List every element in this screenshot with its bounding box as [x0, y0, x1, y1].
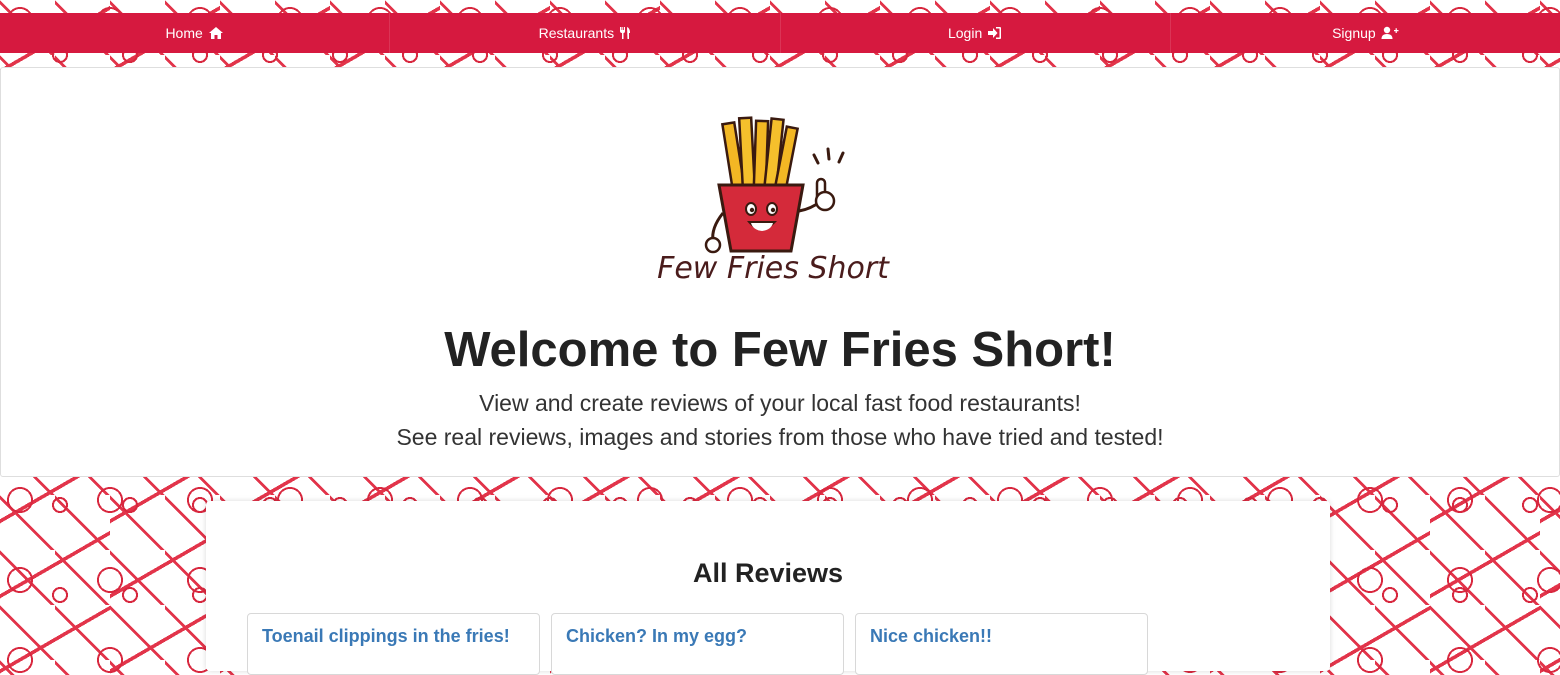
- nav-signup[interactable]: Signup: [1169, 13, 1560, 53]
- review-title-link[interactable]: Toenail clippings in the fries!: [262, 626, 510, 647]
- sign-in-icon: [987, 26, 1002, 40]
- hero-section: Few Fries Short Welcome to Few Fries Sho…: [0, 67, 1560, 477]
- site-logo[interactable]: Few Fries Short: [631, 113, 916, 288]
- utensils-icon: [619, 26, 631, 40]
- nav-home-label: Home: [165, 25, 203, 41]
- logo-text: Few Fries Short: [657, 251, 890, 286]
- all-reviews-heading: All Reviews: [692, 558, 844, 588]
- fries-mascot-logo: Few Fries Short: [657, 116, 890, 286]
- home-icon: [208, 26, 224, 40]
- review-title-link[interactable]: Chicken? In my egg?: [566, 626, 747, 647]
- hero-subtitle-line2: See real reviews, images and stories fro…: [396, 424, 1164, 450]
- nav-signup-label: Signup: [1332, 25, 1376, 41]
- all-reviews-panel: All Reviews Toenail clippings in the fri…: [206, 501, 1330, 675]
- nav-home[interactable]: Home: [0, 13, 389, 53]
- top-navbar: Home Restaurants Login Signup: [0, 13, 1560, 53]
- review-title-link[interactable]: Nice chicken!!: [870, 626, 992, 647]
- nav-login[interactable]: Login: [779, 13, 1170, 53]
- page-title: Welcome to Few Fries Short!: [444, 323, 1116, 377]
- user-plus-icon: [1381, 26, 1399, 40]
- hero-subtitle-line1: View and create reviews of your local fa…: [479, 390, 1081, 416]
- review-card[interactable]: Chicken? In my egg?: [551, 613, 844, 675]
- review-card[interactable]: Toenail clippings in the fries!: [247, 613, 540, 675]
- nav-restaurants-label: Restaurants: [538, 25, 615, 41]
- review-card[interactable]: Nice chicken!!: [855, 613, 1148, 675]
- nav-login-label: Login: [947, 25, 983, 41]
- nav-restaurants[interactable]: Restaurants: [389, 13, 779, 53]
